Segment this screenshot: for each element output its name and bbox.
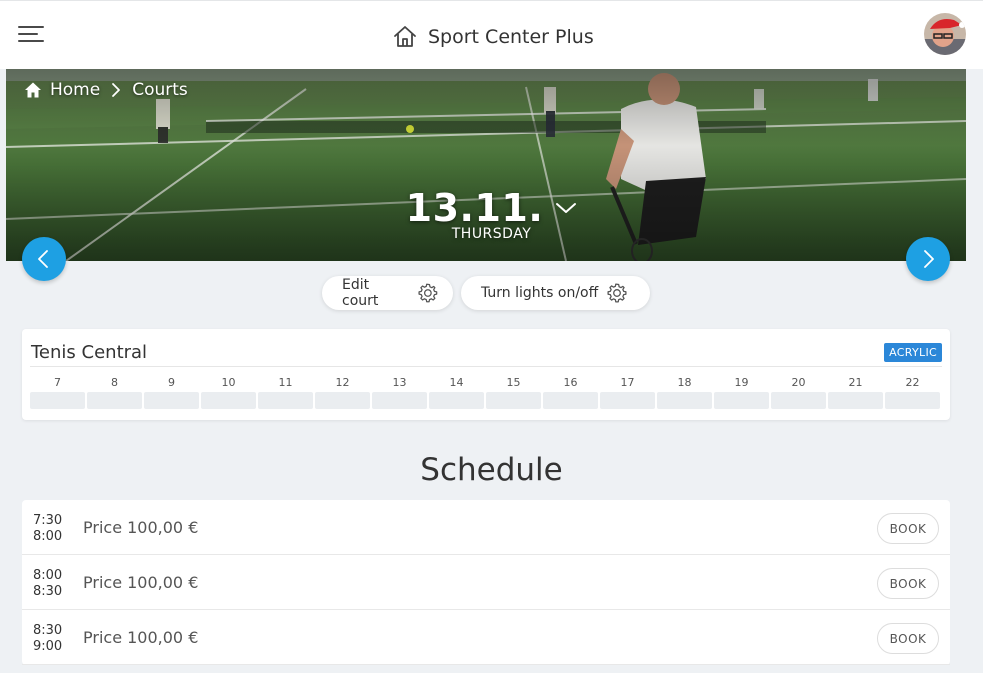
hour-slot[interactable] (885, 392, 940, 409)
hour-slot[interactable] (771, 392, 826, 409)
schedule-row: 7:30 8:00 Price 100,00 € BOOK (22, 500, 950, 555)
hour-label: 16 (563, 376, 578, 389)
divider (30, 366, 942, 367)
hour-column: 20 (771, 376, 826, 409)
schedule-list: 7:30 8:00 Price 100,00 € BOOK 8:00 8:30 … (22, 500, 950, 665)
hour-slot[interactable] (486, 392, 541, 409)
hour-slot[interactable] (30, 392, 85, 409)
gear-icon (607, 283, 627, 303)
hour-column: 22 (885, 376, 940, 409)
date-picker: 13.11. THURSDAY (0, 186, 983, 242)
schedule-heading: Schedule (420, 452, 563, 488)
hour-slot[interactable] (828, 392, 883, 409)
hour-label: 7 (54, 376, 61, 389)
next-day-button[interactable] (906, 237, 950, 281)
date-dropdown[interactable]: 13.11. (406, 186, 578, 230)
hour-label: 10 (221, 376, 236, 389)
previous-day-button[interactable] (22, 237, 66, 281)
surface-badge: ACRYLIC (884, 343, 942, 362)
slot-price: Price 100,00 € (83, 518, 199, 537)
hour-label: 14 (449, 376, 464, 389)
schedule-row: 8:00 8:30 Price 100,00 € BOOK (22, 555, 950, 610)
slot-end: 9:00 (33, 639, 63, 654)
slot-price: Price 100,00 € (83, 628, 199, 647)
book-button[interactable]: BOOK (877, 513, 939, 544)
hour-column: 18 (657, 376, 712, 409)
brand[interactable]: Sport Center Plus (392, 23, 594, 51)
hour-slot[interactable] (543, 392, 598, 409)
court-card: Tenis Central ACRYLIC 7 8 9 10 11 12 13 … (22, 329, 950, 420)
hour-slot[interactable] (600, 392, 655, 409)
hour-column: 8 (87, 376, 142, 409)
hour-slot[interactable] (87, 392, 142, 409)
hour-column: 13 (372, 376, 427, 409)
slot-start: 7:30 (33, 513, 63, 528)
hour-label: 17 (620, 376, 635, 389)
app-header: Sport Center Plus (0, 0, 983, 69)
chevron-right-icon (112, 83, 121, 97)
selected-weekday: THURSDAY (451, 226, 532, 242)
hour-column: 7 (30, 376, 85, 409)
hour-label: 12 (335, 376, 350, 389)
breadcrumb-courts[interactable]: Courts (132, 80, 188, 100)
hour-label: 19 (734, 376, 749, 389)
slot-price: Price 100,00 € (83, 573, 199, 592)
hour-label: 8 (111, 376, 118, 389)
turn-lights-label: Turn lights on/off (481, 285, 599, 301)
edit-court-label: Edit court (342, 277, 379, 309)
hour-column: 10 (201, 376, 256, 409)
breadcrumb-home[interactable]: Home (50, 80, 100, 100)
app-title: Sport Center Plus (428, 26, 594, 48)
hour-slot[interactable] (429, 392, 484, 409)
house-icon (394, 26, 416, 47)
edit-court-button[interactable]: Edit court (322, 276, 453, 310)
hour-column: 15 (486, 376, 541, 409)
hour-column: 19 (714, 376, 769, 409)
hour-column: 14 (429, 376, 484, 409)
gear-icon (418, 283, 438, 303)
hour-slot[interactable] (258, 392, 313, 409)
slot-end: 8:30 (33, 584, 63, 599)
selected-date: 13.11. (405, 186, 544, 230)
slot-time: 8:30 9:00 (33, 623, 62, 655)
chevron-right-icon (924, 250, 934, 268)
hour-column: 9 (144, 376, 199, 409)
hour-label: 15 (506, 376, 521, 389)
hour-label: 13 (392, 376, 407, 389)
hour-label: 21 (848, 376, 863, 389)
schedule-row: 8:30 9:00 Price 100,00 € BOOK (22, 610, 950, 665)
hour-slot[interactable] (315, 392, 370, 409)
hour-slot[interactable] (714, 392, 769, 409)
slot-time: 7:30 8:00 (33, 513, 62, 545)
hour-column: 16 (543, 376, 598, 409)
hour-column: 17 (600, 376, 655, 409)
hour-label: 22 (905, 376, 920, 389)
hour-slot[interactable] (201, 392, 256, 409)
breadcrumb: Home Courts (24, 80, 188, 100)
hour-column: 21 (828, 376, 883, 409)
hour-label: 20 (791, 376, 806, 389)
slot-time: 8:00 8:30 (33, 568, 62, 600)
hour-slot[interactable] (372, 392, 427, 409)
user-avatar[interactable] (924, 13, 966, 55)
court-name: Tenis Central (31, 342, 148, 363)
chevron-down-icon (556, 203, 577, 213)
slot-end: 8:00 (33, 529, 63, 544)
hour-label: 18 (677, 376, 692, 389)
hamburger-menu-icon[interactable] (18, 23, 46, 45)
hour-slot[interactable] (144, 392, 199, 409)
chevron-left-icon (38, 250, 48, 268)
hour-column: 11 (258, 376, 313, 409)
hour-label: 11 (278, 376, 293, 389)
turn-lights-button[interactable]: Turn lights on/off (461, 276, 650, 310)
hour-timeline: 7 8 9 10 11 12 13 14 15 16 17 18 19 20 2… (30, 376, 942, 409)
hour-slot[interactable] (657, 392, 712, 409)
slot-start: 8:00 (33, 568, 63, 583)
home-icon[interactable] (24, 81, 42, 99)
hour-column: 12 (315, 376, 370, 409)
book-button[interactable]: BOOK (877, 623, 939, 654)
book-button[interactable]: BOOK (877, 568, 939, 599)
slot-start: 8:30 (33, 623, 63, 638)
hour-label: 9 (168, 376, 175, 389)
